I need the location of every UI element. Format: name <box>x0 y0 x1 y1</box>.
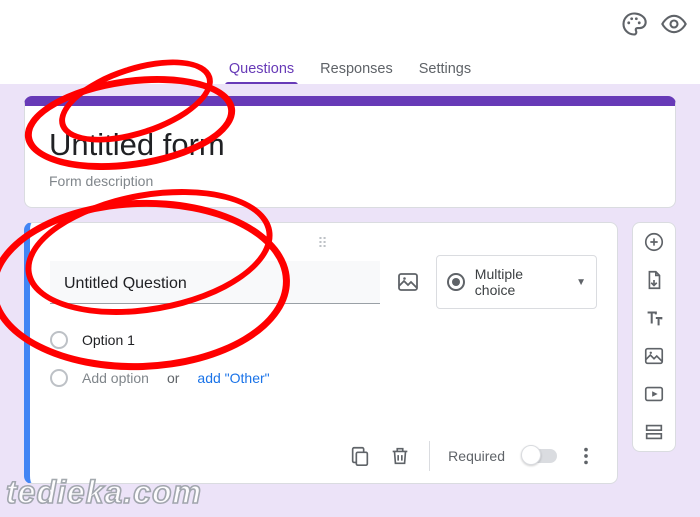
divider <box>429 441 430 471</box>
add-other-button[interactable]: add "Other" <box>197 370 269 386</box>
add-image-icon[interactable] <box>396 270 420 294</box>
delete-icon[interactable] <box>389 445 411 467</box>
add-image-icon[interactable] <box>643 345 665 367</box>
or-label: or <box>167 370 179 386</box>
required-toggle[interactable] <box>523 449 557 463</box>
question-card[interactable]: ⠿ Multiple choice ▼ Opt <box>24 222 618 484</box>
drag-handle-icon[interactable]: ⠿ <box>50 235 597 249</box>
add-section-icon[interactable] <box>643 421 665 443</box>
tab-responses[interactable]: Responses <box>320 61 393 84</box>
radio-outline-icon <box>50 331 68 349</box>
chevron-down-icon: ▼ <box>576 277 586 288</box>
radio-outline-icon <box>50 369 68 387</box>
form-description-input[interactable]: Form description <box>49 173 651 189</box>
question-type-select[interactable]: Multiple choice ▼ <box>436 255 597 309</box>
watermark: tedieka.com <box>6 474 202 511</box>
radio-icon <box>447 273 465 291</box>
palette-icon[interactable] <box>620 10 648 38</box>
tabs: Questions Responses Settings <box>0 48 700 84</box>
option-label[interactable]: Option 1 <box>82 332 135 348</box>
question-type-label: Multiple choice <box>475 266 566 298</box>
eye-icon[interactable] <box>660 10 688 38</box>
import-questions-icon[interactable] <box>643 269 665 291</box>
duplicate-icon[interactable] <box>349 445 371 467</box>
add-video-icon[interactable] <box>643 383 665 405</box>
tab-questions[interactable]: Questions <box>229 61 294 84</box>
add-option-button[interactable]: Add option <box>82 370 149 386</box>
add-option-row[interactable]: Add option or add "Other" <box>50 369 597 387</box>
form-title-input[interactable]: Untitled form <box>49 126 651 163</box>
title-card[interactable]: Untitled form Form description <box>24 96 676 208</box>
side-toolbar <box>632 222 676 452</box>
required-label: Required <box>448 448 505 464</box>
question-title-input[interactable] <box>50 261 380 304</box>
option-row[interactable]: Option 1 <box>50 331 597 349</box>
tab-settings[interactable]: Settings <box>419 61 471 84</box>
add-title-icon[interactable] <box>643 307 665 329</box>
add-question-icon[interactable] <box>643 231 665 253</box>
more-icon[interactable] <box>575 445 597 467</box>
